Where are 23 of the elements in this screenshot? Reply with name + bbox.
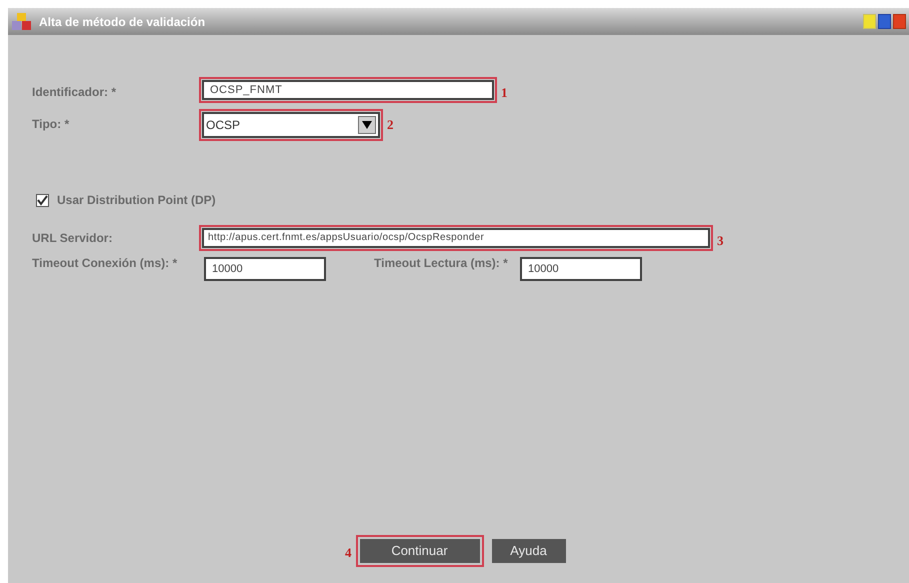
timeout-field[interactable]: 10000 [520, 257, 642, 281]
url-field[interactable]: http://apus.cert.fnmt.es/appsUsuario/ocsp/OcspResponder [202, 228, 710, 248]
field-label: Tipo: * [32, 116, 70, 133]
identifier-field[interactable]: OCSP_FNMT [202, 80, 494, 100]
field-label: URL Servidor: [32, 230, 114, 247]
annotation-number: 3 [717, 232, 724, 250]
annotation-number: 1 [501, 84, 508, 102]
annotation-number: 2 [387, 116, 394, 134]
continue-button[interactable]: Continuar [360, 539, 480, 563]
close-button[interactable] [893, 14, 906, 29]
help-button[interactable]: Ayuda [492, 539, 566, 563]
maximize-button[interactable] [878, 14, 891, 29]
type-dropdown[interactable]: OCSP [202, 112, 380, 138]
field-label: Timeout Conexión (ms): * [32, 257, 178, 270]
checkbox-label: Usar Distribution Point (DP) [57, 192, 216, 209]
window-title: Alta de método de validación [39, 14, 206, 30]
field-label: Identificador: * [32, 84, 118, 101]
cubes-icon [11, 12, 33, 32]
annotation-number: 4 [345, 544, 352, 562]
field-label: Timeout Lectura (ms): * [374, 257, 509, 270]
checkbox[interactable] [36, 194, 49, 206]
minimize-button[interactable] [863, 14, 876, 29]
timeout-field[interactable]: 10000 [204, 257, 326, 281]
